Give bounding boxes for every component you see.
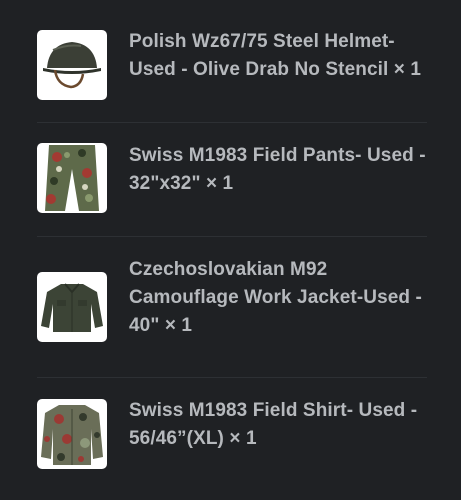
item-quantity: × 1 <box>205 173 234 194</box>
item-quantity: × 1 <box>164 315 193 336</box>
helmet-image <box>37 30 107 100</box>
item-title: Swiss M1983 Field Pants- Used - 32"x32" … <box>129 142 429 198</box>
item-quantity: × 1 <box>393 59 422 80</box>
item-quantity: × 1 <box>229 428 257 449</box>
camo-pants-image <box>37 143 107 213</box>
work-jacket-image <box>37 272 107 342</box>
item-name: Polish Wz67/75 Steel Helmet- Used - Oliv… <box>129 31 395 80</box>
item-title: Czechoslovakian M92 Camouflage Work Jack… <box>129 256 429 340</box>
order-item: Swiss M1983 Field Shirt- Used - 56/46”(X… <box>0 378 461 500</box>
item-title: Polish Wz67/75 Steel Helmet- Used - Oliv… <box>129 28 429 84</box>
item-title: Swiss M1983 Field Shirt- Used - 56/46”(X… <box>129 397 429 453</box>
order-item: Polish Wz67/75 Steel Helmet- Used - Oliv… <box>0 0 461 120</box>
order-item: Czechoslovakian M92 Camouflage Work Jack… <box>0 237 461 377</box>
camo-shirt-image <box>37 399 107 469</box>
item-name: Swiss M1983 Field Shirt- Used - 56/46”(X… <box>129 400 418 449</box>
order-item-list: Polish Wz67/75 Steel Helmet- Used - Oliv… <box>0 0 461 500</box>
item-name: Swiss M1983 Field Pants- Used - 32"x32" <box>129 145 426 194</box>
order-item: Swiss M1983 Field Pants- Used - 32"x32" … <box>0 123 461 236</box>
